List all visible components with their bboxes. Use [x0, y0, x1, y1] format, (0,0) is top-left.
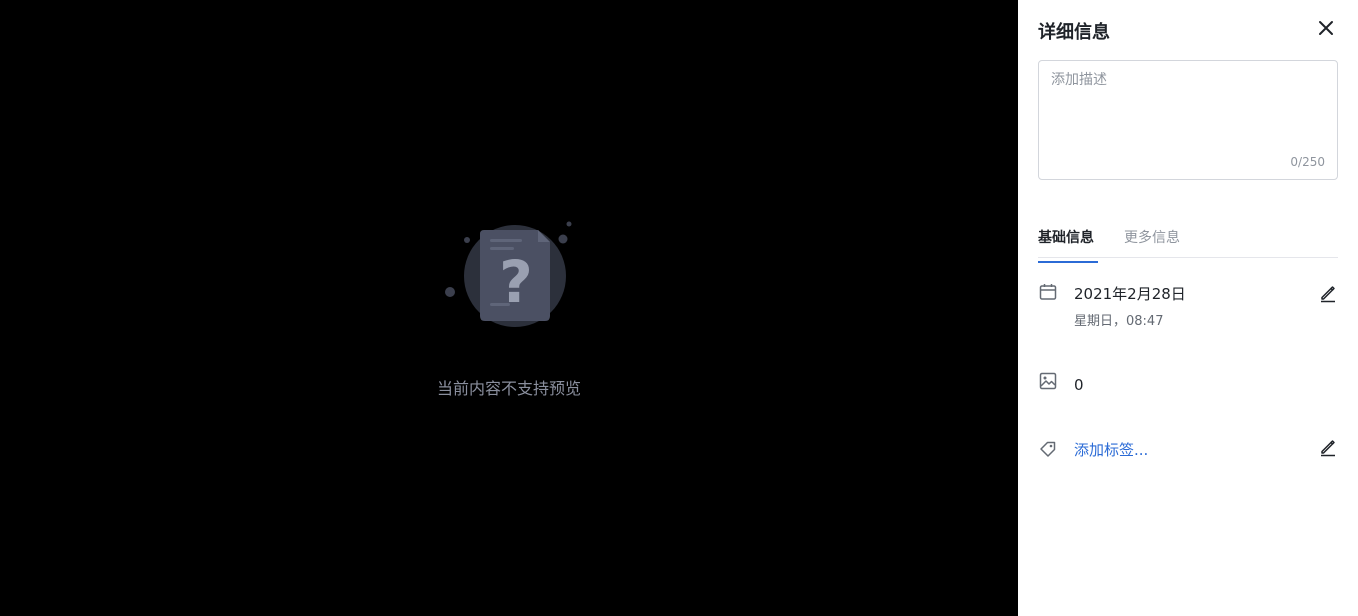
- file-question-icon: ?: [445, 221, 572, 327]
- image-count: 0: [1074, 376, 1084, 394]
- pencil-icon[interactable]: [1318, 283, 1338, 303]
- info-tabs: 基础信息 更多信息: [1038, 226, 1338, 263]
- date-value: 2021年2月28日: [1074, 285, 1186, 303]
- app-root: ? 当前内容不支持预览 详细信息 0/250 基础信息 更多信息 2021年2月…: [0, 0, 1358, 616]
- no-preview-message: 当前内容不支持预览: [436, 379, 581, 398]
- close-icon[interactable]: [1314, 16, 1338, 40]
- description-input[interactable]: [1039, 61, 1337, 157]
- image-icon: [1039, 372, 1057, 390]
- tab-basic-info[interactable]: 基础信息: [1038, 226, 1098, 263]
- tab-more-info[interactable]: 更多信息: [1124, 226, 1180, 257]
- panel-title: 详细信息: [1038, 22, 1110, 43]
- description-field: 0/250: [1038, 60, 1338, 180]
- details-panel: 详细信息 0/250 基础信息 更多信息 2021年2月28日 星期日，08:4…: [1018, 0, 1358, 616]
- tag-icon: [1040, 441, 1056, 457]
- pencil-icon[interactable]: [1318, 437, 1338, 457]
- date-weekday-time: 星期日，08:47: [1074, 314, 1164, 329]
- svg-text:?: ?: [499, 248, 533, 316]
- preview-area: ? 当前内容不支持预览: [0, 0, 1018, 616]
- description-counter: 0/250: [1290, 155, 1325, 169]
- add-tag-link[interactable]: 添加标签...: [1074, 439, 1148, 460]
- calendar-icon: [1039, 284, 1057, 300]
